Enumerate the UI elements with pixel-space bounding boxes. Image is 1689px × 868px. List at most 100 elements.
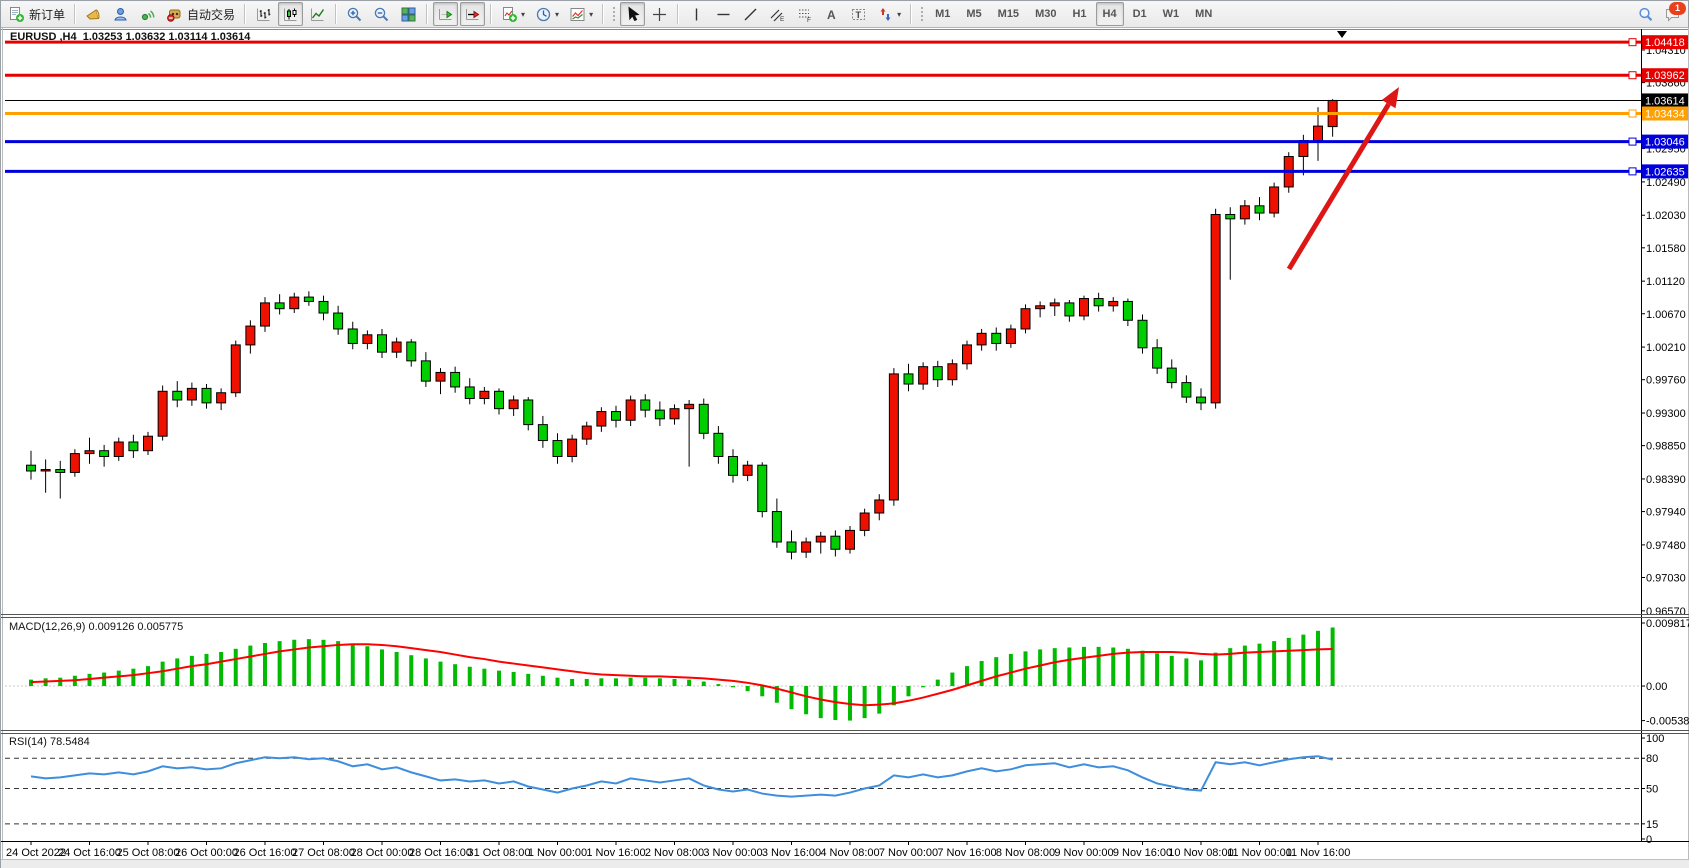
svg-text:8 Nov 08:00: 8 Nov 08:00	[996, 847, 1055, 859]
indicators-icon	[501, 6, 518, 23]
news-horn-button[interactable]	[81, 2, 106, 26]
notification-badge: 1	[1669, 2, 1686, 15]
community-icon	[112, 6, 129, 23]
timeframe-h1[interactable]: H1	[1065, 2, 1093, 26]
svg-text:1.03614: 1.03614	[1645, 95, 1685, 107]
community-button[interactable]	[108, 2, 133, 26]
fibonacci-button[interactable]: F	[792, 2, 817, 26]
svg-text:0.98850: 0.98850	[1646, 441, 1686, 453]
cursor-button[interactable]	[620, 2, 645, 26]
text-label-button[interactable]: T	[846, 2, 871, 26]
support-line-2-handle[interactable]	[1629, 168, 1636, 175]
candlestick-icon	[282, 6, 299, 23]
svg-text:4 Nov 08:00: 4 Nov 08:00	[820, 847, 879, 859]
toolbar-separator	[490, 4, 492, 24]
svg-text:0: 0	[1646, 834, 1652, 846]
svg-text:1 Nov 00:00: 1 Nov 00:00	[528, 847, 587, 859]
indicators-button[interactable]: ▾	[497, 2, 529, 26]
zoom-out-button[interactable]	[369, 2, 394, 26]
toolbar-button-label: 新订单	[29, 6, 65, 23]
chart-canvas[interactable]: 1.043101.038601.034101.029501.024901.020…	[1, 28, 1689, 868]
mt4-window: 新订单 自动交易 ▾ ▾ ▾ E F AT ▾ M1M5M15M30H1H4D1W1MN 1 1.0…	[0, 0, 1689, 868]
vline-icon	[688, 6, 705, 23]
candlestick-chart-button[interactable]	[278, 2, 303, 26]
toolbar-separator	[244, 4, 246, 24]
svg-text:1.00670: 1.00670	[1646, 309, 1686, 321]
svg-text:11 Nov 00:00: 11 Nov 00:00	[1227, 847, 1292, 859]
timeframe-h4[interactable]: H4	[1096, 2, 1124, 26]
chevron-down-icon: ▾	[589, 10, 593, 19]
templates-icon	[569, 6, 586, 23]
svg-text:100: 100	[1646, 733, 1664, 745]
timeframe-d1[interactable]: D1	[1126, 2, 1154, 26]
resistance-line-1-handle[interactable]	[1629, 39, 1636, 46]
svg-text:9 Nov 00:00: 9 Nov 00:00	[1054, 847, 1113, 859]
svg-text:7 Nov 00:00: 7 Nov 00:00	[879, 847, 938, 859]
svg-text:1.03962: 1.03962	[1645, 70, 1685, 82]
crosshair-button[interactable]	[647, 2, 672, 26]
svg-text:1 Nov 16:00: 1 Nov 16:00	[586, 847, 645, 859]
timeframe-m1[interactable]: M1	[928, 2, 957, 26]
chevron-down-icon: ▾	[555, 10, 559, 19]
line-chart-button[interactable]	[305, 2, 330, 26]
chat-icon: 1	[1664, 6, 1681, 23]
tile-windows-button[interactable]	[396, 2, 421, 26]
svg-text:-0.005384: -0.005384	[1646, 716, 1689, 728]
vertical-line-button[interactable]	[684, 2, 709, 26]
toolbar-separator	[335, 4, 337, 24]
window-bottom-strip	[1, 860, 1689, 868]
zoom-in-button[interactable]	[342, 2, 367, 26]
svg-text:25 Oct 08:00: 25 Oct 08:00	[117, 847, 180, 859]
svg-text:E: E	[780, 16, 785, 23]
new-order-button[interactable]: 新订单	[4, 2, 69, 26]
chart-background	[1, 28, 1689, 868]
cursor-icon	[624, 6, 641, 23]
timeframe-m15[interactable]: M15	[991, 2, 1026, 26]
periods-icon	[535, 6, 552, 23]
svg-text:0.99300: 0.99300	[1646, 408, 1686, 420]
auto-scroll-button[interactable]	[433, 2, 458, 26]
svg-text:F: F	[807, 17, 811, 23]
svg-text:3 Nov 00:00: 3 Nov 00:00	[703, 847, 762, 859]
toolbar-separator	[602, 4, 604, 24]
chevron-down-icon: ▾	[521, 10, 525, 19]
auto-scroll-icon	[437, 6, 454, 23]
text-button[interactable]: A	[819, 2, 844, 26]
timeframe-w1[interactable]: W1	[1156, 2, 1187, 26]
search-button[interactable]	[1633, 2, 1658, 26]
text-icon: A	[823, 6, 840, 23]
svg-text:3 Nov 16:00: 3 Nov 16:00	[762, 847, 821, 859]
chart-shift-button[interactable]	[460, 2, 485, 26]
trendline-button[interactable]	[738, 2, 763, 26]
svg-text:24 Oct 2022: 24 Oct 2022	[6, 847, 66, 859]
svg-text:28 Oct 00:00: 28 Oct 00:00	[351, 847, 414, 859]
svg-text:1.01580: 1.01580	[1646, 243, 1686, 255]
templates-button[interactable]: ▾	[565, 2, 597, 26]
svg-text:28 Oct 16:00: 28 Oct 16:00	[409, 847, 472, 859]
timeframe-mn[interactable]: MN	[1188, 2, 1219, 26]
svg-text:A: A	[827, 8, 836, 22]
toolbar-grip	[611, 5, 616, 23]
timeframe-m30[interactable]: M30	[1028, 2, 1063, 26]
timeframe-m5[interactable]: M5	[959, 2, 988, 26]
support-line-1-handle[interactable]	[1629, 138, 1636, 145]
text-label-icon: T	[850, 6, 867, 23]
search-icon	[1637, 6, 1654, 23]
signals-button[interactable]	[135, 2, 160, 26]
svg-text:7 Nov 16:00: 7 Nov 16:00	[937, 847, 996, 859]
channel-button[interactable]: E	[765, 2, 790, 26]
new-order-icon	[8, 6, 25, 23]
channel-icon: E	[769, 6, 786, 23]
resistance-line-2-handle[interactable]	[1629, 72, 1636, 79]
arrows-button[interactable]: ▾	[873, 2, 905, 26]
orange-level-line-handle[interactable]	[1629, 110, 1636, 117]
autotrading-button[interactable]: 自动交易	[162, 2, 239, 26]
zoom-in-icon	[346, 6, 363, 23]
bar-chart-button[interactable]	[251, 2, 276, 26]
chat-button[interactable]: 1	[1660, 2, 1685, 26]
svg-text:0.00: 0.00	[1646, 681, 1667, 693]
horizontal-line-button[interactable]	[711, 2, 736, 26]
periods-button[interactable]: ▾	[531, 2, 563, 26]
svg-text:2 Nov 08:00: 2 Nov 08:00	[645, 847, 704, 859]
svg-text:1.02030: 1.02030	[1646, 210, 1686, 222]
